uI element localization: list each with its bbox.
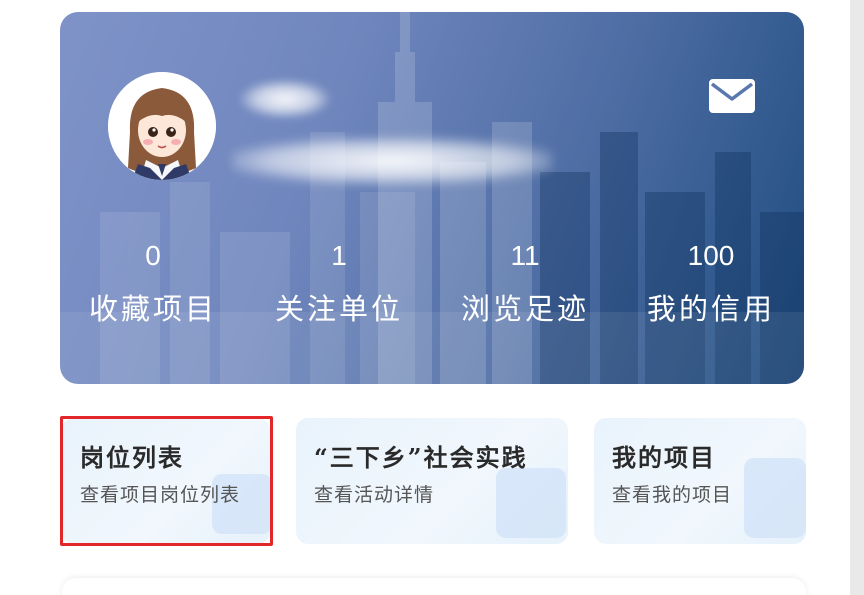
tile-decoration bbox=[744, 458, 806, 538]
stat-label: 关注单位 bbox=[274, 292, 403, 326]
stat-label: 我的信用 bbox=[646, 292, 775, 326]
profile-card: 0 收藏项目 1 关注单位 11 浏览足迹 100 我的信用 bbox=[60, 12, 804, 384]
tile-subtitle: 查看我的项目 bbox=[612, 484, 733, 506]
stat-followed-units[interactable]: 1 关注单位 bbox=[246, 234, 432, 344]
tile-title: 岗位列表 bbox=[80, 443, 184, 472]
bottom-card bbox=[62, 578, 806, 595]
scrollbar[interactable] bbox=[850, 0, 864, 595]
tile-subtitle: 查看项目岗位列表 bbox=[80, 484, 241, 506]
stat-credit[interactable]: 100 我的信用 bbox=[618, 234, 804, 344]
stat-value: 100 bbox=[687, 240, 735, 271]
tile-title: “三下乡”社会实践 bbox=[314, 443, 528, 472]
username-redacted bbox=[240, 80, 330, 118]
tile-job-list[interactable]: 岗位列表 查看项目岗位列表 bbox=[62, 418, 270, 544]
tile-subtitle: 查看活动详情 bbox=[314, 484, 435, 506]
mail-button[interactable] bbox=[708, 78, 756, 114]
stat-browse-history[interactable]: 11 浏览足迹 bbox=[432, 234, 618, 344]
stat-label: 浏览足迹 bbox=[460, 292, 589, 326]
stat-favorites[interactable]: 0 收藏项目 bbox=[60, 234, 246, 344]
stat-value: 1 bbox=[331, 240, 347, 271]
tile-my-projects[interactable]: 我的项目 查看我的项目 bbox=[594, 418, 806, 544]
stat-value: 0 bbox=[145, 240, 161, 271]
mail-icon bbox=[709, 79, 755, 113]
tile-social-practice[interactable]: “三下乡”社会实践 查看活动详情 bbox=[296, 418, 568, 544]
tile-decoration bbox=[496, 468, 566, 538]
stat-value: 11 bbox=[510, 240, 540, 271]
avatar[interactable] bbox=[108, 72, 216, 180]
user-id-redacted bbox=[232, 138, 552, 184]
stats-row: 0 收藏项目 1 关注单位 11 浏览足迹 100 我的信用 bbox=[60, 234, 804, 344]
stat-label: 收藏项目 bbox=[88, 292, 217, 326]
avatar-illustration bbox=[108, 72, 216, 180]
tile-title: 我的项目 bbox=[612, 443, 716, 472]
